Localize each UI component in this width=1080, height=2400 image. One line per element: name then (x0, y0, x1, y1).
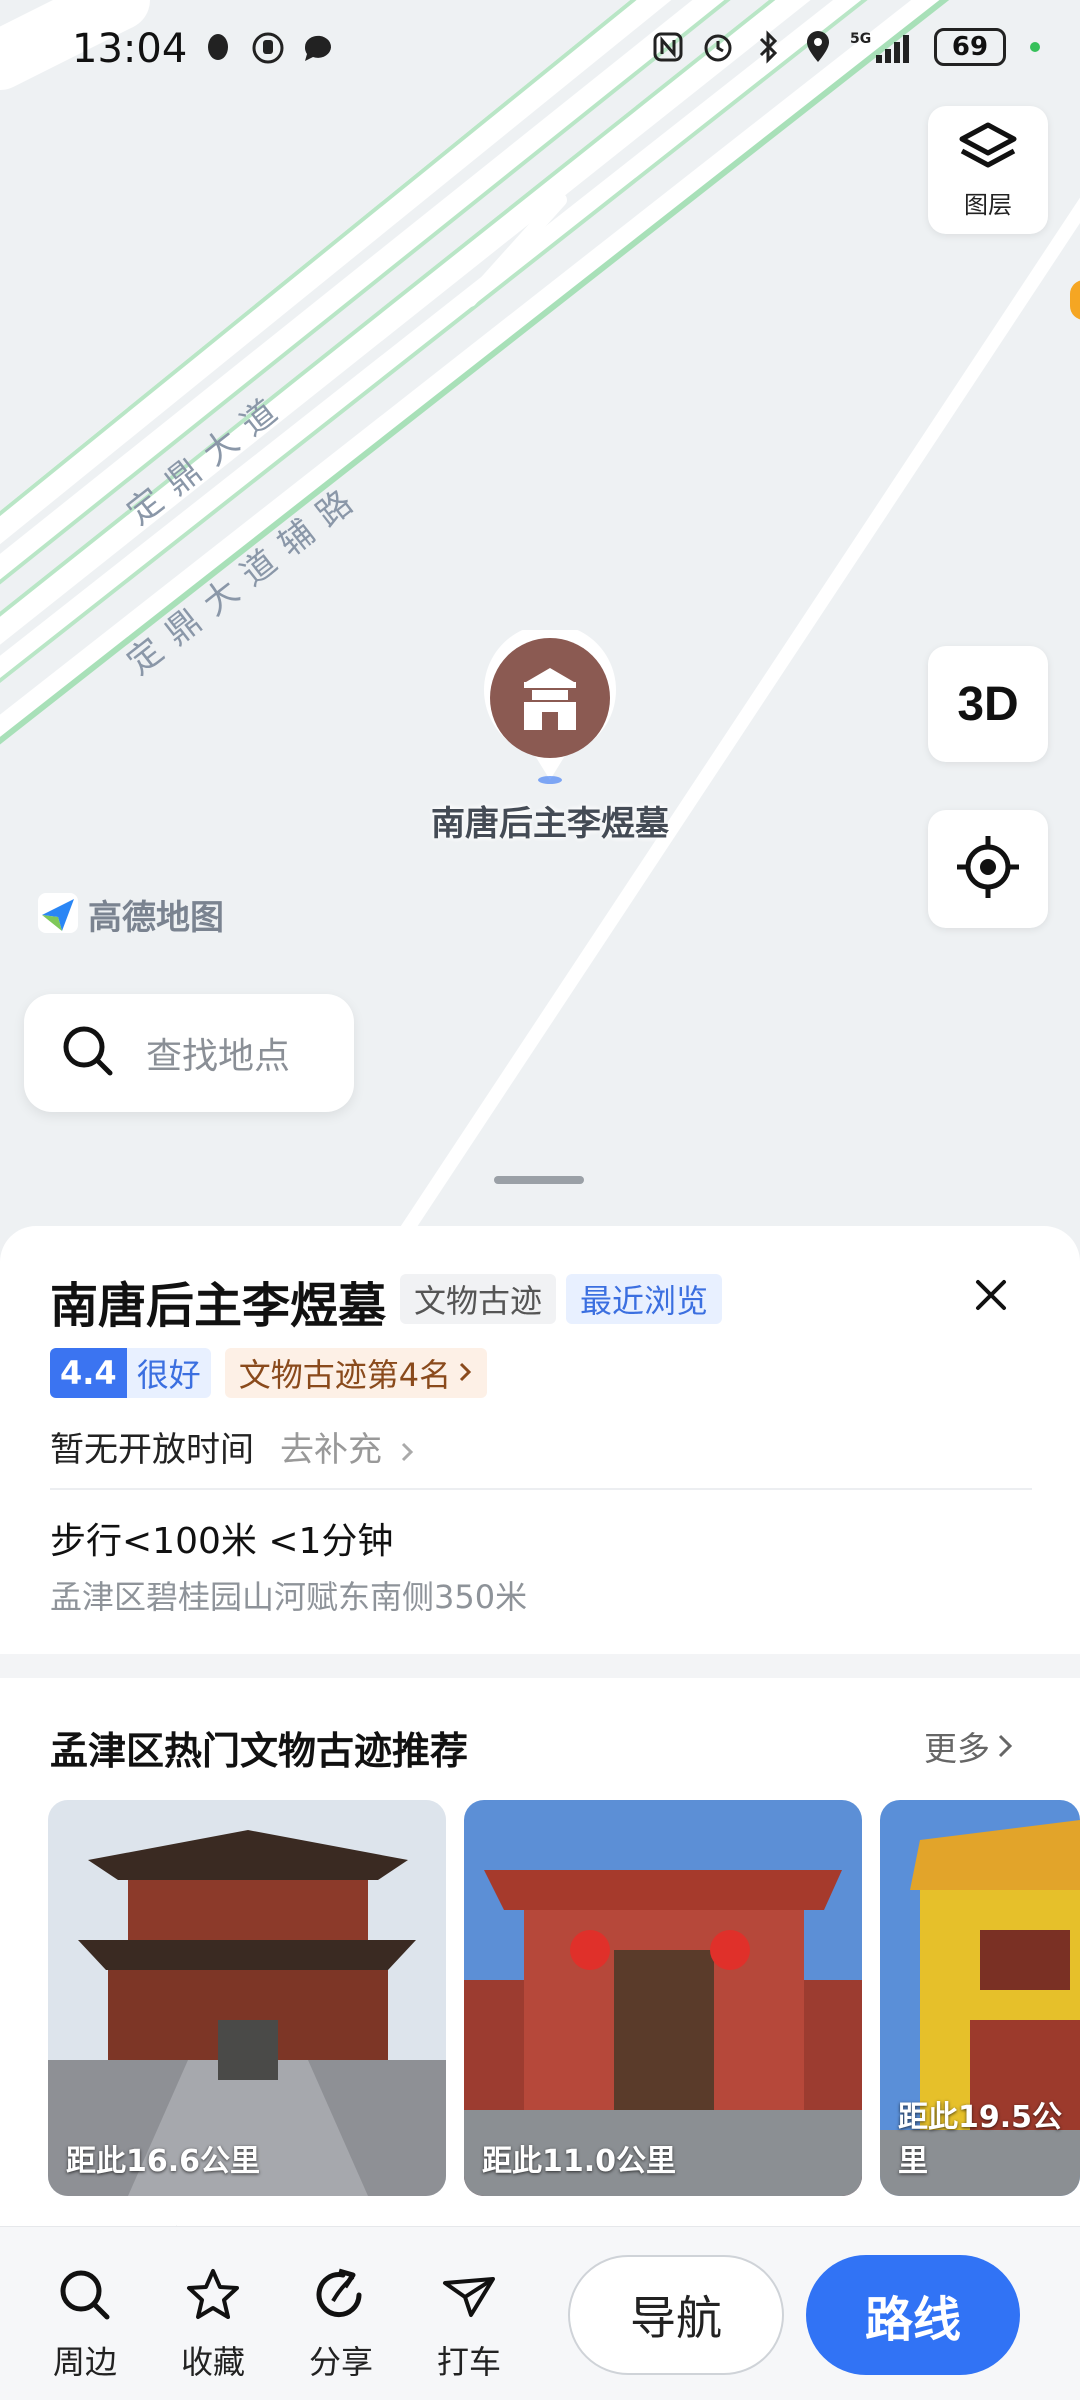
divider (50, 1488, 1032, 1490)
share-label: 分享 (308, 2343, 373, 2381)
walk-distance[interactable]: 步行<100米 <1分钟 (50, 1512, 393, 1564)
section-divider (0, 1654, 1080, 1678)
more-link[interactable]: 更多 (924, 1722, 1014, 1770)
poi-address: 孟津区碧桂园山河赋东南侧350米 (50, 1578, 528, 1616)
search-place-box[interactable]: 查找地点 (24, 994, 354, 1112)
hours-row: 暂无开放时间 去补充 (50, 1422, 415, 1471)
amap-logo-text: 高德地图 (88, 898, 224, 938)
add-hours-link[interactable]: 去补充 (280, 1422, 415, 1471)
poi-title: 南唐后主李煜墓 (50, 1278, 387, 1334)
layers-icon (958, 121, 1018, 181)
hand-icon (250, 30, 286, 66)
privacy-dot (1030, 42, 1040, 52)
marker-label: 南唐后主李煜墓 (431, 804, 669, 844)
chat-icon (300, 30, 336, 66)
taxi-button[interactable]: 打车 (424, 2267, 514, 2383)
recommendation-title: 孟津区热门文物古迹推荐 (50, 1729, 469, 1773)
nfc-icon (650, 29, 686, 65)
add-hours-label: 去补充 (280, 1430, 382, 1470)
rating-row: 4.4 很好 文物古迹第4名 (50, 1348, 488, 1398)
bluetooth-icon (750, 29, 786, 65)
signal-icon: 5G (850, 29, 920, 65)
crosshair-icon (955, 834, 1021, 904)
rank-badge[interactable]: 文物古迹第4名 (224, 1348, 488, 1398)
category-tag: 文物古迹 (400, 1274, 557, 1324)
amap-logo-icon (36, 891, 80, 939)
status-time: 13:04 (72, 26, 188, 72)
3d-toggle-button[interactable]: 3D (928, 646, 1048, 762)
share-button[interactable]: 分享 (296, 2267, 386, 2383)
amap-logo: 高德地图 (36, 890, 224, 939)
layers-button[interactable]: 图层 (928, 106, 1048, 234)
favorite-button[interactable]: 收藏 (168, 2267, 258, 2383)
status-right-icons: 5G 69 (650, 28, 1040, 66)
status-left-icons (200, 30, 336, 66)
layers-label: 图层 (964, 190, 1012, 219)
poi-detail-sheet: 南唐后主李煜墓 文物古迹 最近浏览 4.4 很好 文物古迹第4名 暂无开放时间 … (0, 1226, 1080, 2400)
taxi-label: 打车 (436, 2343, 501, 2381)
rating-score: 4.4 (50, 1348, 127, 1398)
sheet-drag-handle[interactable] (494, 1176, 584, 1184)
search-icon (57, 2267, 113, 2327)
close-button[interactable] (966, 1270, 1016, 1320)
search-placeholder: 查找地点 (146, 1036, 291, 1077)
favorite-label: 收藏 (180, 2343, 245, 2381)
rank-badge-label: 文物古迹第4名 (238, 1356, 452, 1394)
locate-button[interactable] (928, 810, 1048, 928)
close-icon (966, 1280, 1016, 1324)
search-icon (60, 1023, 116, 1083)
svg-text:5G: 5G (850, 31, 871, 47)
route-button[interactable]: 路线 (806, 2255, 1020, 2375)
recommendation-card[interactable]: 距此16.6公里 (48, 1800, 446, 2196)
alarm-icon (700, 29, 736, 65)
battery-indicator: 69 (934, 28, 1006, 66)
more-label: 更多 (924, 1729, 990, 1768)
star-icon (185, 2267, 241, 2327)
qq-icon (200, 30, 236, 66)
hours-text: 暂无开放时间 (50, 1430, 254, 1470)
navigate-button[interactable]: 导航 (568, 2255, 784, 2375)
taxi-icon (441, 2267, 497, 2327)
recommendation-card[interactable]: 距此19.5公里 (880, 1800, 1080, 2196)
status-bar: 13:04 5G 69 (0, 0, 1080, 100)
card-distance: 距此11.0公里 (482, 2144, 677, 2179)
map-view[interactable]: 定鼎大道 定鼎大道辅路 13:04 5G 69 图层 3D 南唐后主李煜墓 高德… (0, 0, 1080, 1240)
recent-tag: 最近浏览 (566, 1274, 723, 1324)
chevron-right-icon (401, 1442, 413, 1461)
nearby-button[interactable]: 周边 (40, 2267, 130, 2383)
nearby-label: 周边 (52, 2343, 117, 2381)
poi-marker[interactable] (478, 623, 622, 790)
bottom-action-bar: 周边 收藏 分享 打车 导航 路线 (0, 2226, 1080, 2400)
card-distance: 距此19.5公里 (898, 2100, 1063, 2179)
chevron-right-icon (457, 1354, 473, 1392)
chevron-right-icon (998, 1734, 1013, 1758)
share-icon (313, 2267, 369, 2327)
rating-word: 很好 (126, 1348, 211, 1398)
location-status-icon (800, 29, 836, 65)
recommendation-card[interactable]: 距此11.0公里 (464, 1800, 862, 2196)
card-distance: 距此16.6公里 (66, 2144, 261, 2179)
